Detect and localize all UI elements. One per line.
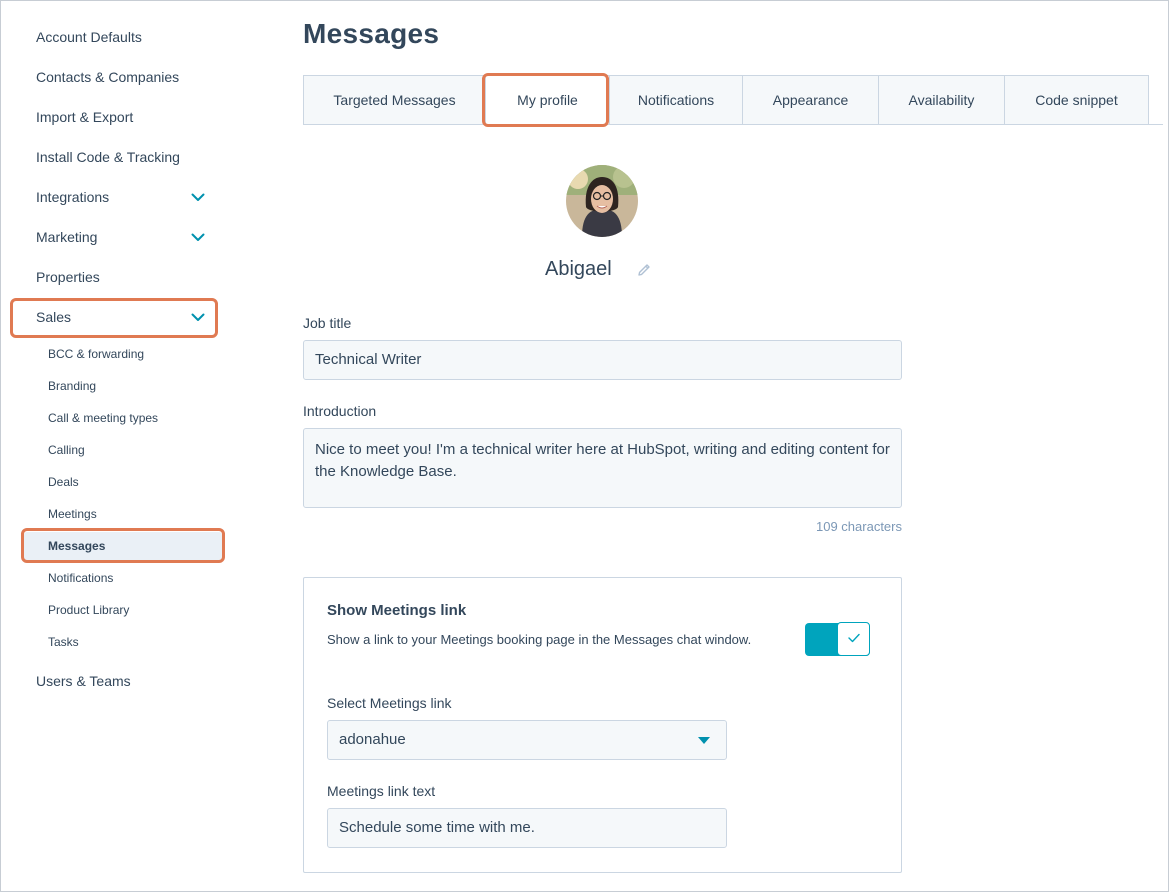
toggle-knob[interactable] [837,622,870,656]
select-value: adonahue [339,731,406,748]
sidebar-item-install-code-tracking[interactable]: Install Code & Tracking [36,147,180,167]
sidebar-item-properties[interactable]: Properties [36,267,100,287]
sidebar-subitem-meetings[interactable]: Meetings [48,505,97,523]
settings-sidebar: Account Defaults Contacts & Companies Im… [0,0,240,892]
sidebar-subitem-calling[interactable]: Calling [48,441,85,459]
introduction-textarea[interactable]: Nice to meet you! I'm a technical writer… [303,428,902,508]
sidebar-item-account-defaults[interactable]: Account Defaults [36,27,142,47]
sidebar-subitem-messages[interactable]: Messages [48,537,105,555]
sidebar-subitem-notifications[interactable]: Notifications [48,569,113,587]
job-title-input[interactable]: Technical Writer [303,340,902,380]
sidebar-subitem-bcc-forwarding[interactable]: BCC & forwarding [48,345,144,363]
sidebar-subitem-tasks[interactable]: Tasks [48,633,79,651]
sidebar-item-import-export[interactable]: Import & Export [36,107,133,127]
sidebar-item-integrations[interactable]: Integrations [36,187,109,207]
tab-code-snippet[interactable]: Code snippet [1005,76,1148,124]
sidebar-item-contacts-companies[interactable]: Contacts & Companies [36,67,179,87]
tab-my-profile[interactable]: My profile [486,76,610,124]
job-title-label: Job title [303,315,352,331]
meetings-link-text-input[interactable]: Schedule some time with me. [327,808,727,848]
profile-name: Abigael [545,258,612,280]
checkmark-icon [847,630,860,648]
meetings-link-select[interactable]: adonahue [327,720,727,760]
page-title: Messages [303,18,440,49]
sidebar-subitem-product-library[interactable]: Product Library [48,601,129,619]
character-count: 109 characters [816,519,902,534]
introduction-label: Introduction [303,403,377,419]
tab-appearance[interactable]: Appearance [743,76,879,124]
pencil-icon[interactable] [636,262,652,278]
chevron-down-icon[interactable] [190,307,206,327]
meetings-link-text-label: Meetings link text [327,783,436,799]
divider [1149,124,1163,125]
sidebar-item-users-teams[interactable]: Users & Teams [36,671,131,691]
chevron-down-icon[interactable] [190,187,206,207]
chevron-down-icon[interactable] [190,227,206,247]
caret-down-icon [698,737,710,744]
select-meetings-link-label: Select Meetings link [327,695,452,711]
meetings-card-title: Show Meetings link [327,602,467,619]
sidebar-subitem-branding[interactable]: Branding [48,377,96,395]
sidebar-item-sales[interactable]: Sales [36,307,71,327]
tab-notifications[interactable]: Notifications [610,76,743,124]
tab-availability[interactable]: Availability [879,76,1005,124]
tab-bar: Targeted Messages My profile Notificatio… [303,75,1149,125]
sidebar-subitem-call-meeting-types[interactable]: Call & meeting types [48,409,158,427]
sidebar-subitem-deals[interactable]: Deals [48,473,79,491]
avatar[interactable] [566,165,638,237]
sidebar-item-marketing[interactable]: Marketing [36,227,97,247]
tab-targeted-messages[interactable]: Targeted Messages [304,76,486,124]
meetings-card-description: Show a link to your Meetings booking pag… [327,632,752,647]
